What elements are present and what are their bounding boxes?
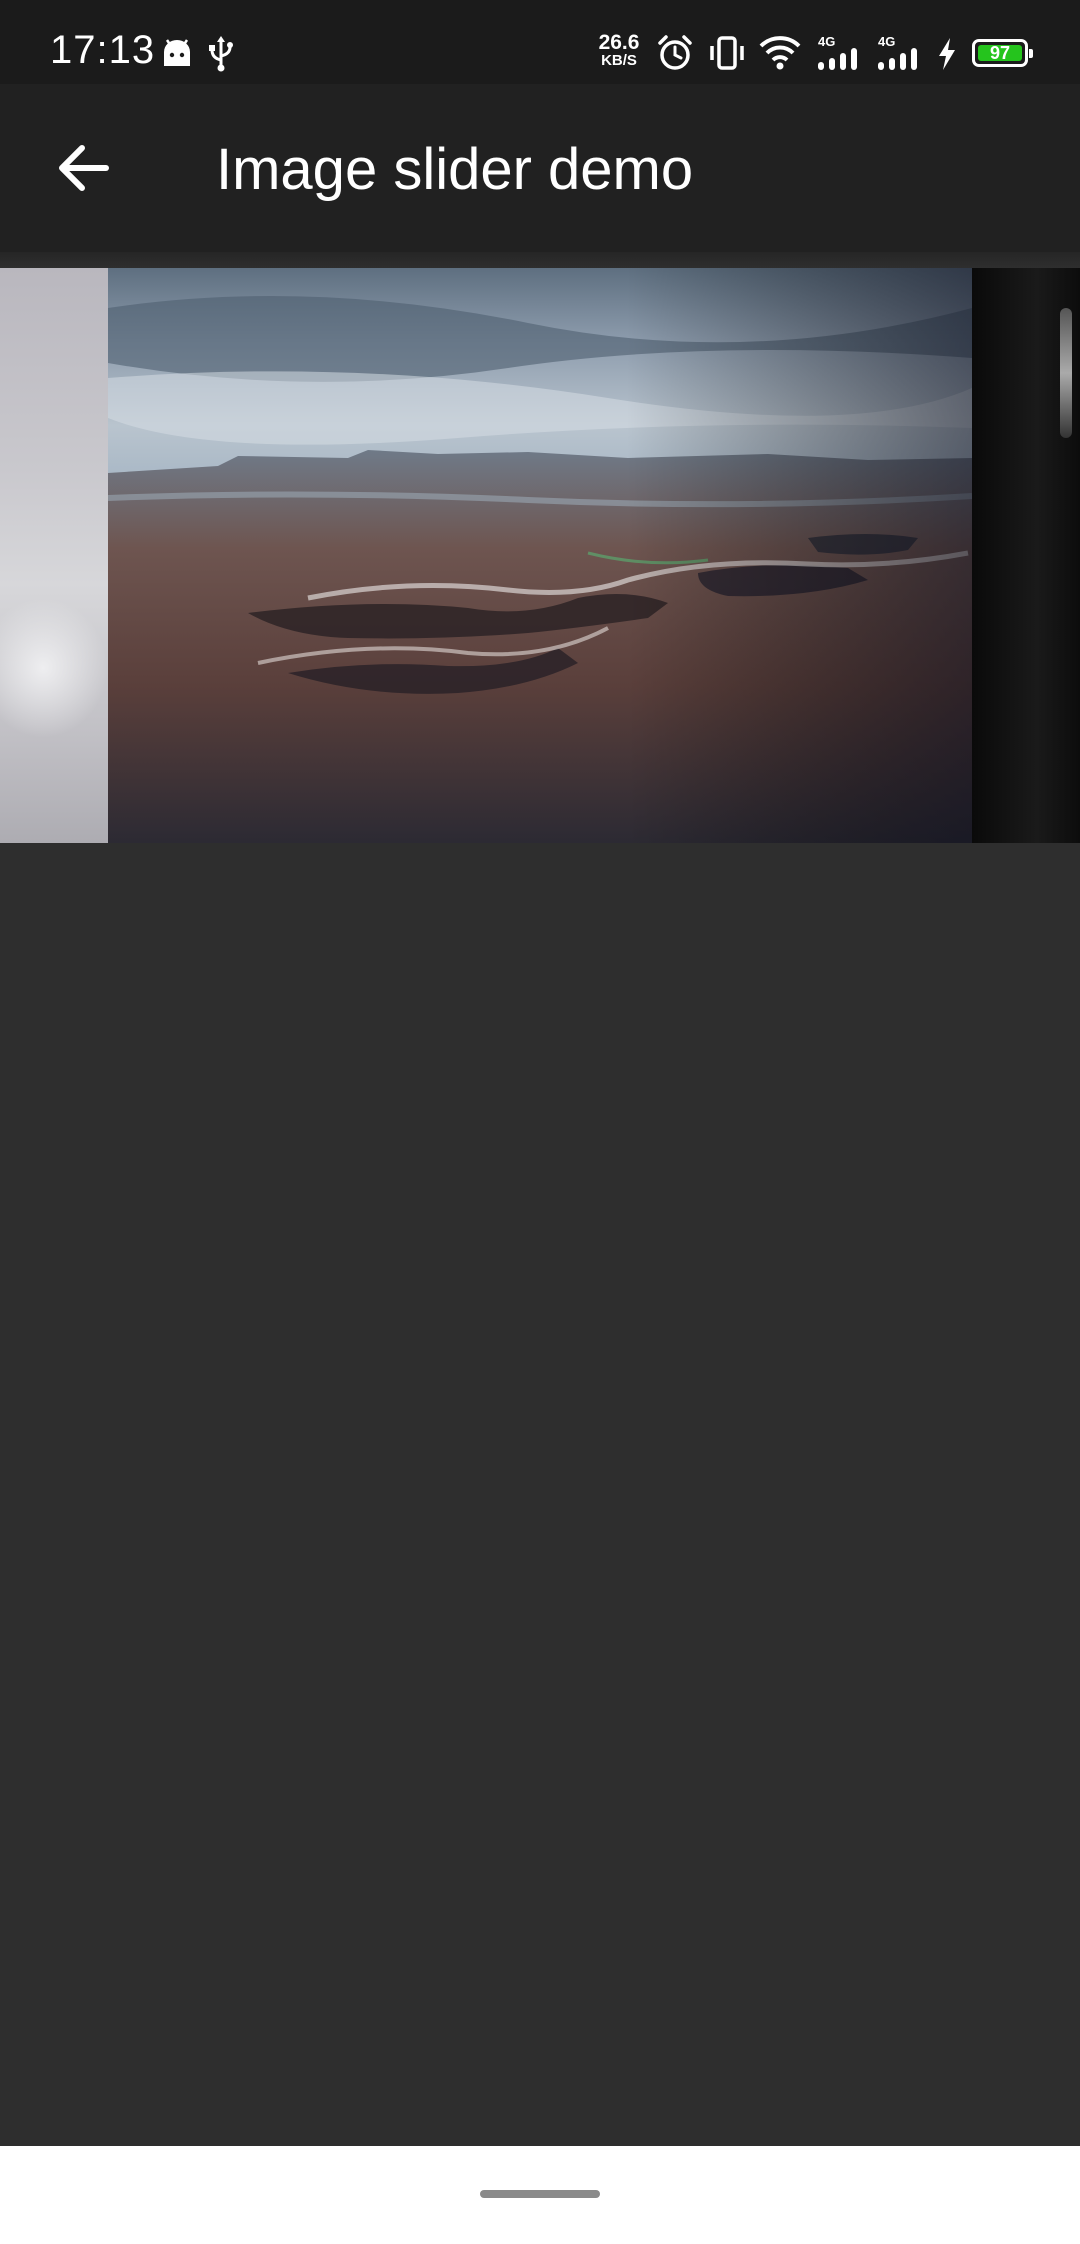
canyon-landscape-image[interactable] — [108, 268, 972, 843]
image-slider[interactable] — [0, 268, 1080, 843]
charging-icon — [939, 38, 955, 70]
navigation-bar — [0, 2146, 1080, 2244]
dark-monochrome-image[interactable] — [972, 268, 1080, 843]
cloudy-sky-image[interactable] — [0, 268, 108, 843]
network-speed-unit: KB/S — [601, 52, 637, 69]
usb-icon — [209, 36, 233, 72]
status-time: 17:13 — [50, 28, 156, 72]
mist-overlay — [0, 598, 108, 738]
app-bar: Image slider demo — [0, 84, 1080, 252]
alarm-icon — [658, 35, 692, 70]
wifi-icon — [759, 36, 801, 70]
signal-icon — [818, 48, 857, 70]
arrow-left-icon — [59, 145, 109, 191]
page-title: Image slider demo — [216, 137, 694, 202]
highlight-streak — [1060, 308, 1072, 438]
vibrate-icon — [710, 36, 744, 70]
app-bar-shadow — [0, 252, 1080, 268]
back-button[interactable] — [40, 124, 128, 212]
battery-icon: 97 — [972, 39, 1033, 67]
battery-level: 97 — [989, 43, 1011, 63]
android-icon — [164, 39, 190, 66]
network-speed: 26.6 KB/S — [596, 31, 642, 70]
signal-icon — [878, 48, 917, 70]
network-speed-value: 26.6 — [598, 31, 640, 54]
status-bar: 17:13 26.6 KB/S 4G 4G 97 — [0, 0, 1080, 84]
signal-1-label: 4G — [818, 34, 836, 49]
signal-2-label: 4G — [878, 34, 896, 49]
battery-tip — [1029, 49, 1033, 58]
home-gesture-handle[interactable] — [480, 2190, 600, 2198]
